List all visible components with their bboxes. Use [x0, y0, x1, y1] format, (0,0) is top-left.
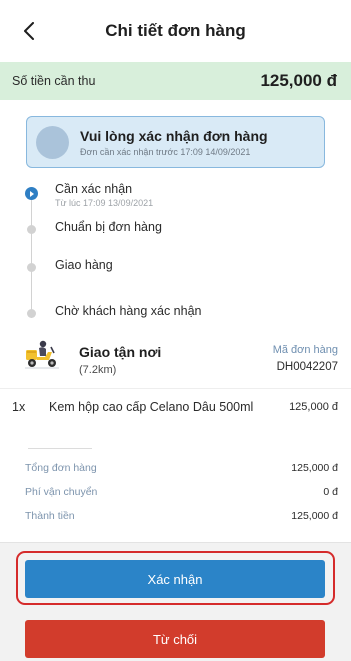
- summary-row-total: Thành tiền 125,000 đ: [0, 506, 351, 530]
- step-dot-icon: [27, 225, 36, 234]
- summary-row-shipping: Phí vận chuyển 0 đ: [0, 482, 351, 506]
- amount-to-collect-bar: Số tiền cần thu 125,000 đ: [0, 62, 351, 100]
- timeline-step-label: Chờ khách hàng xác nhận: [55, 304, 202, 318]
- reject-button[interactable]: Từ chối: [25, 620, 325, 658]
- order-status-timeline: Cần xác nhận Từ lúc 17:09 13/09/2021 Chu…: [0, 180, 351, 330]
- summary-value: 125,000 đ: [291, 462, 338, 474]
- confirm-order-card: Vui lòng xác nhận đơn hàng Đơn cần xác n…: [26, 116, 325, 168]
- order-code-value: DH0042207: [276, 361, 338, 373]
- summary-label: Tổng đơn hàng: [25, 462, 97, 474]
- divider: [28, 448, 92, 449]
- delivery-method-section: Giao tận nơi (7.2km) Mã đơn hàng DH00422…: [0, 330, 351, 388]
- item-name: Kem hộp cao cấp Celano Dâu 500ml: [49, 400, 254, 414]
- order-summary: Tổng đơn hàng 125,000 đ Phí vận chuyển 0…: [0, 458, 351, 530]
- timeline-step-time: Từ lúc 17:09 13/09/2021: [55, 198, 154, 208]
- item-price: 125,000 đ: [289, 401, 338, 413]
- summary-label: Thành tiền: [25, 510, 75, 522]
- timeline-step-label: Giao hàng: [55, 258, 113, 272]
- confirm-button[interactable]: Xác nhận: [25, 560, 325, 598]
- summary-value: 0 đ: [323, 486, 338, 498]
- order-item-row: 1x Kem hộp cao cấp Celano Dâu 500ml 125,…: [0, 388, 351, 424]
- delivery-distance: (7.2km): [79, 364, 117, 376]
- confirm-card-deadline: Đơn cần xác nhận trước 17:09 14/09/2021: [80, 146, 251, 157]
- timeline-step-label: Cần xác nhận: [55, 182, 133, 196]
- chevron-left-icon: [24, 22, 34, 40]
- active-step-dot-icon: [25, 187, 38, 200]
- confirm-card-title: Vui lòng xác nhận đơn hàng: [80, 127, 268, 144]
- timeline-line: [31, 192, 32, 318]
- summary-value: 125,000 đ: [291, 510, 338, 522]
- step-dot-icon: [27, 309, 36, 318]
- timeline-step-label: Chuẩn bị đơn hàng: [55, 220, 162, 234]
- delivery-scooter-icon: [25, 340, 59, 369]
- summary-label: Phí vận chuyển: [25, 486, 98, 498]
- summary-row-subtotal: Tổng đơn hàng 125,000 đ: [0, 458, 351, 482]
- avatar: [36, 125, 69, 159]
- page-title: Chi tiết đơn hàng: [105, 21, 246, 40]
- step-dot-icon: [27, 263, 36, 272]
- back-button[interactable]: [18, 20, 40, 42]
- amount-label: Số tiền cần thu: [12, 74, 96, 88]
- header: Chi tiết đơn hàng: [0, 0, 351, 62]
- amount-value: 125,000 đ: [260, 71, 337, 90]
- action-bar: Xác nhận Từ chối: [0, 542, 351, 661]
- delivery-method-title: Giao tận nơi: [79, 344, 162, 360]
- order-code-label: Mã đơn hàng: [272, 344, 338, 356]
- item-quantity: 1x: [12, 400, 26, 414]
